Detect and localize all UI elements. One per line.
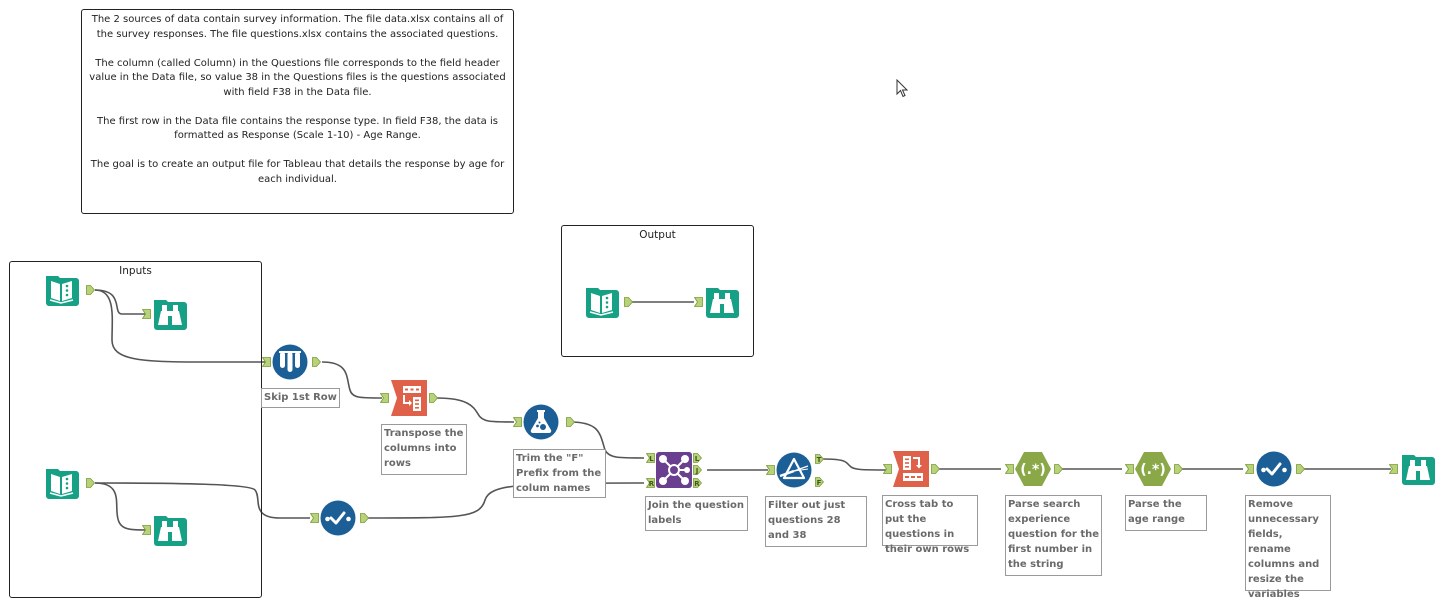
svg-text:F: F	[817, 479, 822, 487]
book-icon	[586, 288, 619, 318]
select-tool[interactable]	[320, 500, 356, 536]
input-anchor[interactable]	[1245, 464, 1254, 474]
input-data-tool[interactable]	[44, 272, 80, 308]
prism-filter-icon	[776, 452, 812, 488]
join-left-input-anchor[interactable]: L	[646, 453, 655, 463]
input-anchor[interactable]	[380, 393, 389, 403]
comment-paragraph: The first row in the Data file contains …	[97, 115, 498, 142]
wire-transpose-to-formula	[436, 397, 515, 423]
book-icon	[46, 276, 79, 306]
svg-text:(.*): (.*)	[1020, 462, 1045, 478]
crosstab-tool[interactable]	[893, 451, 929, 487]
output-anchor[interactable]	[429, 393, 438, 403]
select-final-annotation: Remove unnecessary fields, rename column…	[1245, 495, 1331, 600]
regex-icon: (.*)	[1015, 452, 1051, 486]
input-anchor[interactable]	[262, 357, 271, 367]
regex-icon: (.*)	[1135, 452, 1171, 486]
filter-annotation: Filter out just questions 28 and 38	[765, 496, 867, 547]
sample-tool[interactable]	[272, 344, 308, 380]
crosstab-icon	[893, 451, 929, 487]
join-network-icon	[656, 452, 692, 488]
formula-annotation: Trim the "F" Prefix from the colum names	[513, 449, 606, 498]
output-anchor[interactable]	[624, 297, 633, 307]
book-icon	[46, 469, 79, 499]
join-tool[interactable]	[656, 452, 692, 488]
input-anchor[interactable]	[883, 464, 892, 474]
output-anchor[interactable]	[312, 357, 321, 367]
input-anchor[interactable]	[1125, 464, 1134, 474]
svg-text:L: L	[695, 455, 700, 463]
regex-tool[interactable]: (.*)	[1015, 451, 1051, 487]
comment-paragraph: The column (called Column) in the Questi…	[89, 57, 506, 98]
input-anchor[interactable]	[694, 297, 703, 307]
output-anchor[interactable]	[1174, 464, 1183, 474]
input-anchor[interactable]	[142, 525, 151, 535]
binoculars-icon	[154, 300, 187, 330]
regex2-annotation: Parse the age range	[1125, 495, 1207, 531]
select-check-icon	[320, 500, 356, 536]
browse-tool[interactable]	[152, 296, 188, 332]
wire-filter-to-crosstab	[822, 458, 891, 471]
crosstab-annotation: Cross tab to put the questions in their …	[882, 495, 978, 555]
join-right-output-anchor[interactable]: R	[693, 478, 702, 488]
browse-final-tool[interactable]	[1400, 451, 1436, 487]
comment-paragraph: The goal is to create an output file for…	[90, 159, 505, 185]
svg-text:T: T	[817, 456, 822, 464]
output-anchor[interactable]	[86, 285, 95, 295]
mouse-cursor-icon	[896, 78, 910, 99]
sample-annotation: Skip 1st Row	[261, 388, 340, 408]
input-anchor[interactable]	[142, 309, 151, 319]
binoculars-icon	[154, 516, 187, 546]
svg-text:(.*): (.*)	[1140, 462, 1165, 478]
test-tubes-icon	[272, 344, 308, 380]
filter-false-anchor[interactable]: F	[815, 477, 824, 487]
output-anchor[interactable]	[360, 513, 369, 523]
inputs-container[interactable]: Inputs	[9, 261, 262, 598]
join-left-output-anchor[interactable]: L	[693, 453, 702, 463]
join-right-input-anchor[interactable]: R	[646, 478, 655, 488]
formula-tool[interactable]	[523, 404, 559, 440]
input-output-tool[interactable]	[584, 284, 620, 320]
output-anchor[interactable]	[931, 464, 940, 474]
output-anchor[interactable]	[1296, 464, 1305, 474]
browse-output-tool[interactable]	[704, 284, 740, 320]
workflow-comment[interactable]: The 2 sources of data contain survey inf…	[81, 9, 514, 214]
join-inner-output-anchor[interactable]: J	[693, 465, 702, 475]
input-questions-tool[interactable]	[44, 465, 80, 501]
regex1-annotation: Parse search experience question for the…	[1005, 495, 1102, 576]
output-anchor[interactable]	[566, 417, 575, 427]
regex-age-tool[interactable]: (.*)	[1135, 451, 1171, 487]
transpose-annotation: Transpose the columns into rows	[381, 424, 467, 475]
workflow-canvas[interactable]: The 2 sources of data contain survey inf…	[0, 0, 1443, 608]
select-check-icon	[1256, 451, 1292, 487]
svg-text:L: L	[649, 455, 654, 463]
select-final-tool[interactable]	[1256, 451, 1292, 487]
binoculars-icon	[706, 288, 739, 318]
binoculars-icon	[1402, 455, 1435, 485]
output-container-title: Output	[639, 229, 676, 241]
svg-text:J: J	[695, 467, 699, 475]
flask-icon	[523, 404, 559, 440]
svg-text:R: R	[649, 480, 655, 488]
join-annotation: Join the question labels	[645, 496, 748, 531]
input-anchor[interactable]	[1005, 464, 1014, 474]
transpose-icon	[391, 380, 427, 416]
browse-questions-tool[interactable]	[152, 512, 188, 548]
input-anchor[interactable]	[310, 513, 319, 523]
filter-true-anchor[interactable]: T	[815, 454, 824, 464]
input-anchor[interactable]	[513, 417, 522, 427]
output-anchor[interactable]	[1054, 464, 1063, 474]
output-anchor[interactable]	[86, 478, 95, 488]
input-anchor[interactable]	[1389, 464, 1398, 474]
comment-paragraph: The 2 sources of data contain survey inf…	[91, 14, 504, 40]
svg-text:R: R	[694, 480, 700, 488]
input-anchor[interactable]	[766, 465, 775, 475]
transpose-tool[interactable]	[391, 380, 427, 416]
filter-tool[interactable]	[776, 452, 812, 488]
